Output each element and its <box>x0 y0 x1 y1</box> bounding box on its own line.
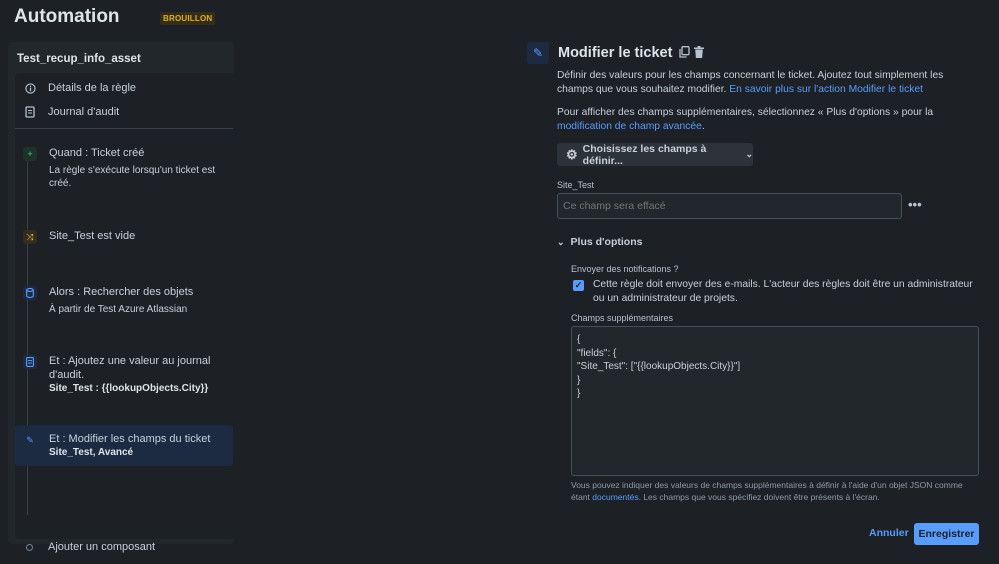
step-condition[interactable]: ⤨ Site_Test est vide <box>15 222 233 251</box>
info-icon <box>23 81 37 95</box>
step-audit-log[interactable]: Et : Ajoutez une valeur au journal d'aud… <box>15 347 233 402</box>
hint-end: . <box>701 121 705 132</box>
panel-header: ✎ Modifier le ticket <box>527 42 982 64</box>
step-subtitle: La règle s'exécute lorsqu'un ticket est … <box>49 165 216 189</box>
advanced-edit-link[interactable]: modification de champ avancée <box>557 121 702 132</box>
audit-log-icon <box>23 355 37 369</box>
extra-fields-label: Champs supplémentaires <box>571 313 674 323</box>
step-title: Alors : Rechercher des objets <box>49 286 194 298</box>
rule-steps-panel: Détails de la règle Journal d'audit + Qu… <box>15 73 237 553</box>
choose-fields-button[interactable]: ⚙ Choisissez les champs à définir... ⌄ <box>557 142 753 167</box>
more-options-toggle[interactable]: ⌄ Plus d'options <box>557 236 642 248</box>
extra-fields-json-textarea[interactable]: { "fields": { "Site_Test": ["{{lookupObj… <box>571 326 979 476</box>
step-subtitle: À partir de Test Azure Atlassian <box>49 304 188 315</box>
database-icon <box>23 286 37 300</box>
save-button[interactable]: Enregistrer <box>914 523 979 545</box>
learn-more-link[interactable]: En savoir plus sur l'action Modifier le … <box>729 84 923 95</box>
add-component-label: Ajouter un composant <box>48 541 156 553</box>
timeline-dot-icon <box>26 543 33 551</box>
site-test-label: Site_Test <box>557 180 595 190</box>
copy-icon[interactable] <box>679 45 691 61</box>
more-actions-icon[interactable]: ••• <box>908 197 922 212</box>
step-trigger[interactable]: + Quand : Ticket créé La règle s'exécute… <box>15 139 233 197</box>
step-detail: Site_Test, Avancé <box>49 447 134 458</box>
divider <box>15 128 233 129</box>
notifications-checkbox-label: Cette règle doit envoyer des e-mails. L'… <box>593 279 973 304</box>
step-lookup-objects[interactable]: Alors : Rechercher des objets À partir d… <box>15 278 233 323</box>
notifications-label: Envoyer des notifications ? <box>571 264 679 274</box>
audit-log-item[interactable]: Journal d'audit <box>23 105 119 119</box>
chevron-down-icon: ⌄ <box>557 236 565 247</box>
help-end: . Les champs que vous spécifiez doivent … <box>638 492 880 502</box>
audit-log-label: Journal d'audit <box>48 106 120 118</box>
step-title: Et : Ajoutez une valeur au journal d'aud… <box>49 355 211 381</box>
choose-fields-label: Choisissez les champs à définir... <box>582 142 707 167</box>
plus-icon: + <box>23 147 37 161</box>
page-title: Automation <box>14 6 120 27</box>
step-title: Site_Test est vide <box>49 230 136 242</box>
panel-description: Définir des valeurs pour les champs conc… <box>557 69 982 97</box>
chevron-down-icon: ⌄ <box>745 149 753 159</box>
more-options-label: Plus d'options <box>570 236 643 248</box>
step-title: Quand : Ticket créé <box>49 147 145 159</box>
checkbox-checked-icon[interactable]: ✓ <box>573 280 584 291</box>
step-detail: Site_Test : {{lookupObjects.City}} <box>49 383 209 394</box>
rule-details-label: Détails de la règle <box>48 82 137 94</box>
extra-fields-help: Vous pouvez indiquer des valeurs de cham… <box>571 479 981 503</box>
panel-hint: Pour afficher des champs supplémentaires… <box>557 106 982 134</box>
pencil-icon: ✎ <box>527 42 549 64</box>
panel-title: Modifier le ticket <box>558 45 673 61</box>
edit-ticket-panel: ✎ Modifier le ticket Définir des valeurs… <box>527 42 982 545</box>
gear-icon: ⚙ <box>566 146 578 162</box>
rule-name: Test_recup_info_asset <box>17 53 141 65</box>
cancel-button[interactable]: Annuler <box>869 527 909 539</box>
site-test-input[interactable] <box>557 193 902 219</box>
documented-link[interactable]: documentés <box>592 492 638 502</box>
hint-text: Pour afficher des champs supplémentaires… <box>557 107 934 118</box>
add-component-button[interactable]: Ajouter un composant <box>23 541 155 553</box>
shuffle-icon: ⤨ <box>23 230 37 244</box>
rule-details-item[interactable]: Détails de la règle <box>23 81 136 95</box>
document-icon <box>23 105 37 119</box>
step-title: Et : Modifier les champs du ticket <box>49 433 211 445</box>
step-edit-ticket[interactable]: ✎ Et : Modifier les champs du ticket Sit… <box>15 425 233 466</box>
rule-sidebar: Test_recup_info_asset Détails de la règl… <box>8 42 237 553</box>
send-notifications-checkbox[interactable]: ✓ Cette règle doit envoyer des e-mails. … <box>573 278 983 306</box>
status-badge: BROUILLON <box>160 12 216 25</box>
pencil-icon: ✎ <box>23 433 37 447</box>
trash-icon[interactable] <box>694 45 705 61</box>
